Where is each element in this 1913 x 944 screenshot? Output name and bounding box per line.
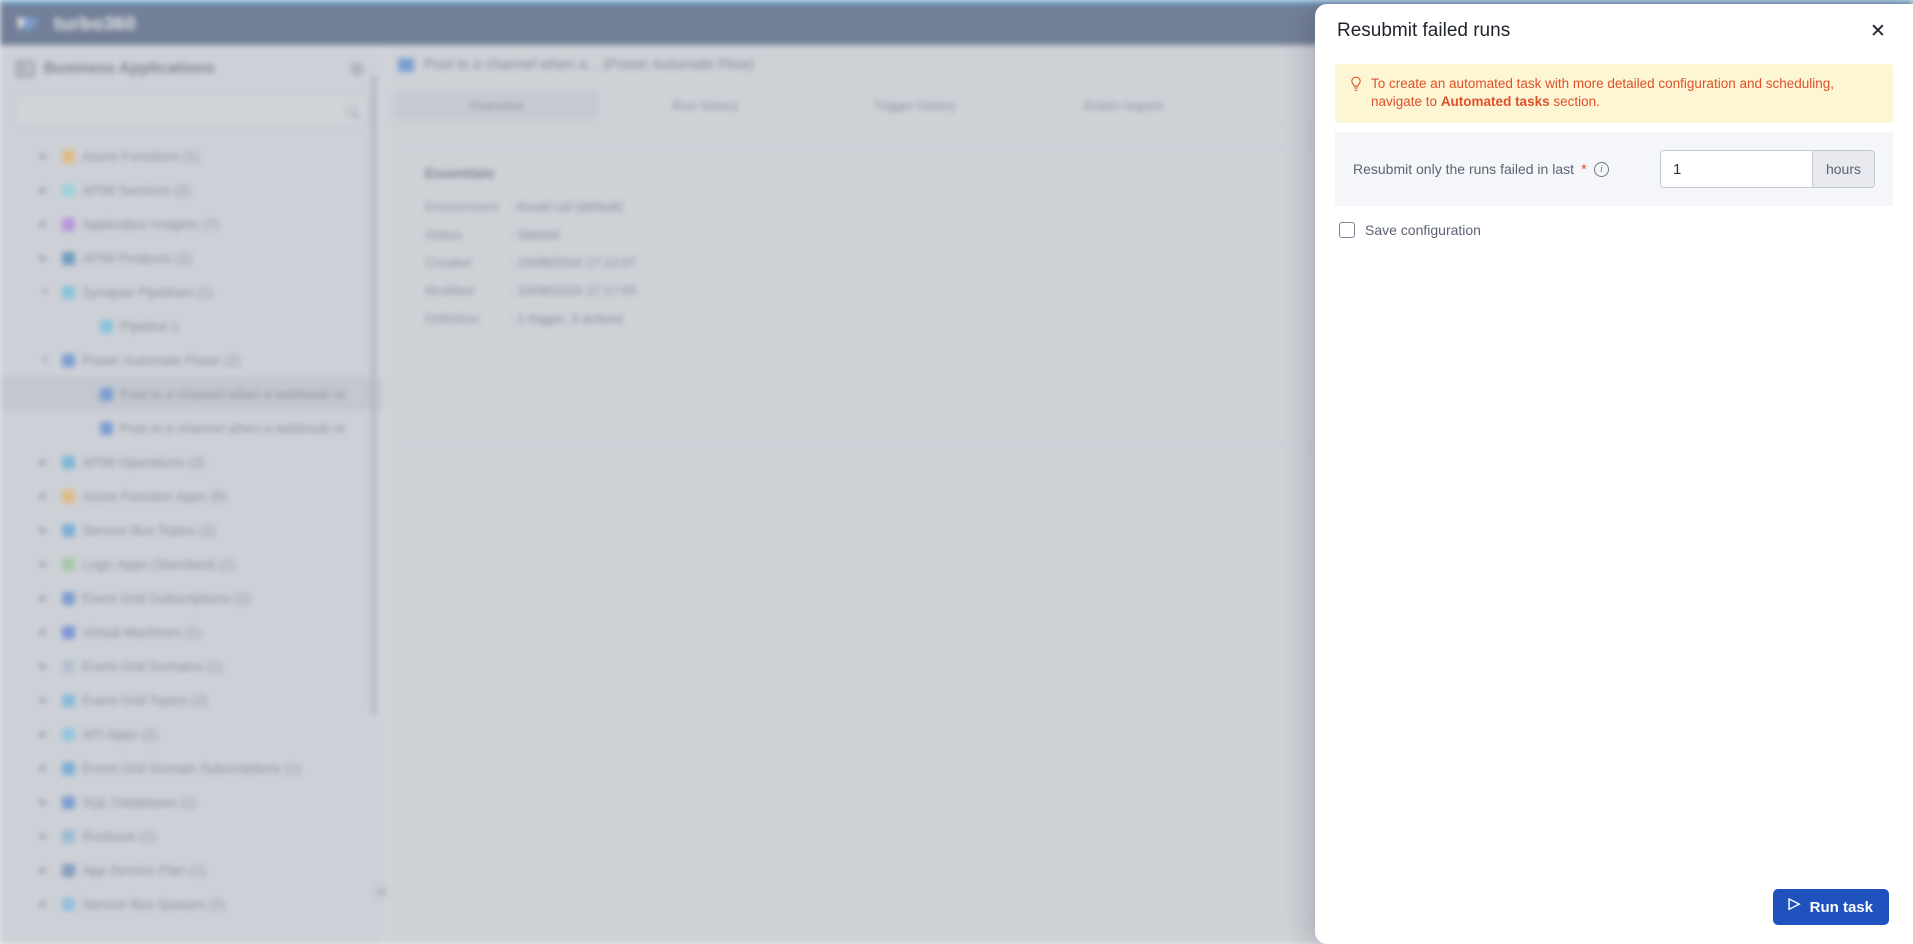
info-icon[interactable]: i <box>1593 161 1609 177</box>
run-task-button-label: Run task <box>1809 898 1873 916</box>
info-tip-banner: To create an automated task with more de… <box>1335 64 1893 124</box>
hours-input-group[interactable]: hours <box>1660 150 1875 189</box>
resubmit-failed-runs-panel: Resubmit failed runs ✕ To create an auto… <box>1315 4 1913 944</box>
panel-footer: Run task <box>1315 870 1913 944</box>
panel-title: Resubmit failed runs <box>1337 20 1511 41</box>
panel-header: Resubmit failed runs ✕ <box>1315 4 1913 58</box>
run-task-button[interactable]: Run task <box>1772 889 1889 925</box>
hours-input[interactable] <box>1661 151 1812 188</box>
play-icon <box>1789 896 1802 914</box>
info-tip-bold: Automated tasks <box>1440 94 1550 110</box>
save-configuration-checkbox[interactable] <box>1339 222 1355 239</box>
resubmit-window-label: Resubmit only the runs failed in last * … <box>1353 161 1660 177</box>
lightbulb-icon <box>1351 76 1361 91</box>
save-configuration-label: Save configuration <box>1365 222 1481 239</box>
hours-unit-label: hours <box>1812 151 1874 188</box>
info-tip-suffix: section. <box>1549 94 1600 110</box>
save-configuration-row[interactable]: Save configuration <box>1335 206 1893 239</box>
required-marker: * <box>1581 160 1587 178</box>
resubmit-window-label-text: Resubmit only the runs failed in last <box>1353 161 1574 178</box>
close-icon[interactable]: ✕ <box>1865 18 1891 44</box>
info-tip-text: To create an automated task with more de… <box>1371 75 1879 111</box>
resubmit-window-field: Resubmit only the runs failed in last * … <box>1335 132 1893 207</box>
panel-body: To create an automated task with more de… <box>1315 58 1913 870</box>
